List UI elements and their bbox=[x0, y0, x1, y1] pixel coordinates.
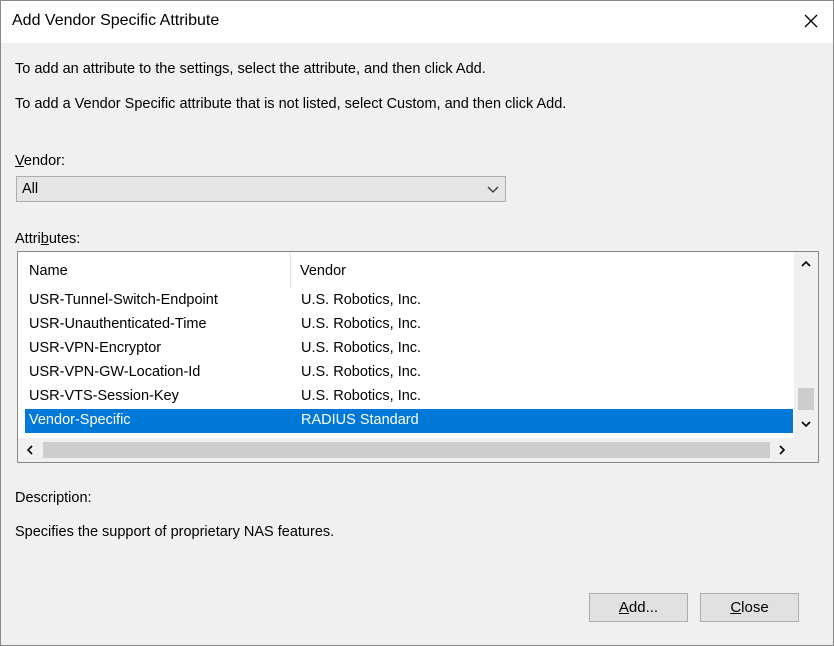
attributes-list[interactable]: Name Vendor USR-Tunnel-Switch-Endpoint U… bbox=[17, 251, 819, 463]
vendor-dropdown[interactable]: All bbox=[16, 176, 506, 202]
instruction-line-2: To add a Vendor Specific attribute that … bbox=[15, 96, 567, 112]
column-header-name[interactable]: Name bbox=[29, 263, 68, 279]
column-header-vendor[interactable]: Vendor bbox=[300, 263, 346, 279]
vertical-scrollbar[interactable] bbox=[794, 252, 818, 438]
scrollbar-corner bbox=[794, 438, 818, 462]
list-item[interactable]: USR-VPN-Encryptor U.S. Robotics, Inc. bbox=[25, 337, 793, 361]
horizontal-scroll-thumb[interactable] bbox=[43, 442, 770, 458]
dialog-window: Add Vendor Specific Attribute To add an … bbox=[0, 0, 834, 646]
close-button[interactable]: Close bbox=[700, 593, 799, 622]
list-item[interactable]: USR-Unauthenticated-Time U.S. Robotics, … bbox=[25, 313, 793, 337]
list-item[interactable]: USR-VTS-Session-Key U.S. Robotics, Inc. bbox=[25, 385, 793, 409]
instruction-line-1: To add an attribute to the settings, sel… bbox=[15, 61, 486, 77]
description-text: Specifies the support of proprietary NAS… bbox=[15, 524, 335, 540]
list-item[interactable]: USR-VPN-GW-Location-Id U.S. Robotics, In… bbox=[25, 361, 793, 385]
chevron-left-icon[interactable] bbox=[18, 438, 42, 462]
vendor-dropdown-value: All bbox=[22, 181, 39, 197]
description-label: Description: bbox=[15, 490, 92, 506]
attributes-label: Attributes: bbox=[15, 231, 81, 247]
title-bar: Add Vendor Specific Attribute bbox=[1, 1, 833, 43]
chevron-down-icon bbox=[487, 183, 499, 199]
list-header: Name Vendor bbox=[18, 252, 794, 288]
column-divider[interactable] bbox=[290, 252, 291, 288]
chevron-right-icon[interactable] bbox=[770, 438, 794, 462]
vendor-label: Vendor: bbox=[15, 153, 65, 169]
horizontal-scrollbar[interactable] bbox=[18, 438, 794, 462]
add-button[interactable]: Add... bbox=[589, 593, 688, 622]
chevron-up-icon[interactable] bbox=[794, 252, 818, 276]
dialog-title: Add Vendor Specific Attribute bbox=[12, 12, 220, 29]
chevron-down-icon[interactable] bbox=[794, 412, 818, 436]
close-icon[interactable] bbox=[789, 1, 833, 41]
list-item-selected[interactable]: Vendor-Specific RADIUS Standard bbox=[25, 409, 793, 433]
list-item[interactable]: USR-Tunnel-Switch-Endpoint U.S. Robotics… bbox=[25, 289, 793, 313]
vertical-scroll-thumb[interactable] bbox=[798, 388, 814, 410]
